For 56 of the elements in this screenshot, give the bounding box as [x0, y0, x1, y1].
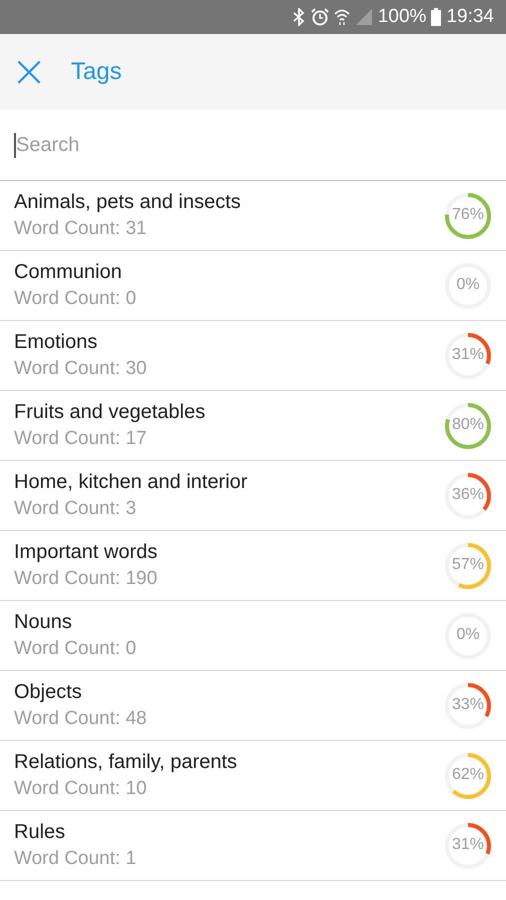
clock: 19:34 [446, 6, 494, 28]
word-count: Word Count: 48 [14, 708, 147, 730]
progress-ring [444, 822, 492, 870]
tag-name: Animals, pets and insects [14, 191, 241, 214]
tag-item[interactable]: Home, kitchen and interior Word Count: 3 36% [0, 461, 506, 531]
progress-percent: 76% [450, 206, 486, 224]
progress-percent: 62% [450, 766, 486, 784]
tag-name: Emotions [14, 331, 98, 354]
progress-percent: 33% [450, 696, 486, 714]
tag-name: Home, kitchen and interior [14, 471, 248, 494]
word-count: Word Count: 1 [14, 848, 136, 870]
word-count: Word Count: 0 [14, 638, 136, 660]
tag-item[interactable]: Objects Word Count: 48 33% [0, 671, 506, 741]
progress-ring [444, 332, 492, 380]
bluetooth-icon [292, 8, 306, 26]
progress-percent: 0% [455, 276, 481, 294]
word-count: Word Count: 17 [14, 428, 148, 450]
tag-name: Nouns [14, 611, 73, 634]
word-count: Word Count: 10 [14, 778, 148, 800]
progress-ring [444, 472, 492, 520]
word-count: Word Count: 190 [14, 568, 158, 590]
word-count: Word Count: 0 [14, 288, 136, 310]
progress-ring [444, 542, 492, 590]
progress-ring [444, 192, 492, 240]
tag-item[interactable]: Nouns Word Count: 0 0% [0, 601, 506, 671]
tag-item[interactable]: Fruits and vegetables Word Count: 17 80% [0, 391, 506, 461]
progress-percent: 80% [450, 416, 486, 434]
tag-name: Objects [14, 681, 83, 704]
progress-ring [444, 682, 492, 730]
word-count: Word Count: 3 [14, 498, 138, 520]
word-count: Word Count: 31 [14, 218, 148, 240]
signal-icon [354, 8, 373, 26]
tag-name: Fruits and vegetables [14, 401, 206, 424]
battery-level: 100% [378, 6, 426, 28]
word-count: Word Count: 30 [14, 358, 147, 380]
progress-percent: 57% [450, 556, 486, 574]
tag-item[interactable]: Animals, pets and insects Word Count: 31 76% [0, 181, 506, 251]
tag-item[interactable]: Emotions Word Count: 30 31% [0, 321, 506, 391]
alarm-icon [310, 8, 329, 26]
tag-name: Rules [14, 821, 66, 844]
tag-name: Important words [14, 541, 158, 564]
progress-percent: 31% [450, 836, 486, 854]
tag-name: Relations, family, parents [14, 751, 238, 774]
screen-title: Tags [71, 58, 122, 86]
battery-icon [431, 8, 442, 26]
progress-percent: 36% [450, 486, 486, 504]
tag-name: Communion [14, 261, 123, 284]
progress-percent: 0% [455, 626, 481, 644]
progress-ring [444, 402, 492, 450]
tag-item[interactable]: Communion Word Count: 0 0% [0, 251, 506, 321]
tag-item[interactable]: Rules Word Count: 1 31% [0, 811, 506, 881]
progress-percent: 31% [450, 346, 486, 364]
tag-item[interactable]: Relations, family, parents Word Count: 10 62% [0, 741, 506, 811]
tag-item[interactable]: Important words Word Count: 190 57% [0, 531, 506, 601]
progress-ring [444, 752, 492, 800]
wifi-icon [334, 8, 350, 26]
